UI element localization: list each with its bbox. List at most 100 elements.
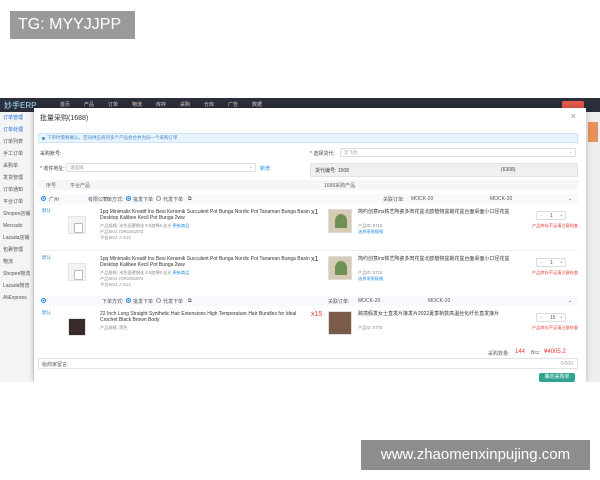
header-index: 序号 <box>46 183 57 189</box>
remark-field[interactable]: 给商家留言: 0/500 <box>38 358 578 369</box>
select-spec-link[interactable]: 选择采购规格 <box>358 276 383 282</box>
purchase-summary: 采购数量: 144 Bcc: ¥4005.2 <box>38 348 578 358</box>
sidebar-item[interactable]: Mercado <box>0 220 33 232</box>
group-checkbox[interactable] <box>41 196 46 201</box>
sidebar-item[interactable]: Lazada店铺 <box>0 232 33 244</box>
watermark-bottom: www.zhaomenxinpujing.com <box>361 440 590 470</box>
account-label: 采购账号: <box>40 151 62 157</box>
sidebar-item[interactable]: 发货管理 <box>0 172 33 184</box>
sidebar-item[interactable]: 手工订单 <box>0 148 33 160</box>
stock-warning: 产品库存不足请注意检查 <box>532 270 579 275</box>
source-product-name: 跨境假发女士直发片接发片2022夏季新款高温丝化纤长直发接片 <box>358 311 500 317</box>
order-no-label: 关联订单: <box>383 197 405 203</box>
purchase-item-row: 默认 1pq Minimalis Kreatif Ins Besi Kerami… <box>38 206 578 250</box>
address-label: * 收件地址: <box>40 166 65 172</box>
submit-purchase-button[interactable]: 确定采购单 <box>539 373 575 382</box>
sidebar-item[interactable]: 订单列表 <box>0 136 33 148</box>
method-select[interactable]: 云飞达 ⌄ <box>340 148 576 157</box>
order-mode-label: 下单方式: <box>102 197 124 203</box>
order-no-a: MOCK-20 <box>358 298 381 304</box>
chevron-down-icon: ⌄ <box>568 149 573 155</box>
radio-batch-order[interactable] <box>126 298 131 303</box>
copy-icon[interactable]: ⧉ <box>188 298 192 304</box>
right-accent-bar <box>588 122 598 142</box>
sidebar-item[interactable]: Lazada物流 <box>0 280 33 292</box>
notice-text: 下单时需要确认，若同供应商的多个产品会合并为同一个采购订单 <box>47 135 178 140</box>
item-tag: 默认 <box>42 255 51 260</box>
sidebar-item[interactable]: 订单处理 <box>0 124 33 136</box>
item-quantity: x1 <box>311 209 319 216</box>
sidebar-item[interactable]: 订单通知 <box>0 184 33 196</box>
remark-counter: 0/500 <box>560 361 573 367</box>
nav-item[interactable]: 仓库 <box>204 101 218 108</box>
plus-icon[interactable]: + <box>560 213 563 219</box>
source-product-name: 简约创意ins铁艺陶瓷多肉花盆北欧植物盆栽花盆台面桌面小口径花盆 <box>358 256 510 262</box>
count-value: 144 <box>515 349 526 355</box>
select-spec-link[interactable]: 选择采购规格 <box>358 229 383 235</box>
plus-icon[interactable]: + <box>560 315 563 321</box>
batch-order-label: 批发下单 <box>133 299 154 305</box>
item-tag: 默认 <box>42 208 51 213</box>
dropship-order-label: 代发下单 <box>163 299 184 305</box>
quantity-stepper[interactable]: − 1 + <box>536 211 566 220</box>
purchase-item-row: 默认 1pq Minimalis Kreatif Ins Besi Kerami… <box>38 253 578 297</box>
close-icon[interactable]: × <box>571 111 576 121</box>
nav-item[interactable]: 产品 <box>84 101 98 108</box>
sidebar-item[interactable]: 平台订单 <box>0 196 33 208</box>
update-link[interactable]: 更新商品 <box>173 223 190 228</box>
source-thumbnail <box>328 256 352 280</box>
platform-sku: 平台SKU: A-X12 <box>100 282 131 287</box>
radio-batch-order[interactable] <box>126 196 131 201</box>
copy-icon[interactable]: ⧉ <box>188 196 192 202</box>
radio-dropship-order[interactable] <box>156 298 161 303</box>
info-icon <box>42 137 45 140</box>
nav-item[interactable]: 库存 <box>156 101 170 108</box>
supplier-name: 广州 <box>49 197 60 203</box>
modal-title: 批量采购(1688) <box>40 115 89 122</box>
sidebar-item[interactable]: 订单管理 <box>0 112 33 124</box>
sidebar: 订单管理 订单处理 订单列表 手工订单 采购单 发货管理 订单通知 平台订单 S… <box>0 112 34 382</box>
sidebar-item[interactable]: 物流 <box>0 256 33 268</box>
count-label: 采购数量: <box>488 351 510 357</box>
group-checkbox[interactable] <box>41 298 46 303</box>
nav-item[interactable]: 订单 <box>108 101 122 108</box>
chevron-down-icon[interactable]: ⌄ <box>568 298 572 304</box>
address-select[interactable]: 请选择 ⌄ <box>66 163 256 172</box>
divider <box>38 250 578 251</box>
sidebar-item[interactable]: 包裹管理 <box>0 244 33 256</box>
notice-banner: 下单时需要确认，若同供应商的多个产品会合并为同一个采购订单 <box>38 133 578 143</box>
source-product-id: 产品ID: 6775 <box>358 325 383 330</box>
quantity-stepper[interactable]: − 1 + <box>536 258 566 267</box>
sidebar-item[interactable]: AliExpress <box>0 292 33 304</box>
dropship-order-label: 代发下单 <box>163 197 184 203</box>
order-no-b: MOCK-20 <box>490 196 513 202</box>
platform-sku: 平台SKU: A-X12 <box>100 235 131 240</box>
source-product-name: 简约创意ins铁艺陶瓷多肉花盆北欧植物盆栽花盆台面桌面小口径花盆 <box>358 209 510 215</box>
minus-icon[interactable]: − <box>540 315 543 321</box>
nav-item[interactable]: 首页 <box>60 101 74 108</box>
nav-item[interactable]: 广告 <box>228 101 242 108</box>
total-label: Bcc: <box>531 350 541 356</box>
minus-icon[interactable]: − <box>540 260 543 266</box>
stepper-value: 15 <box>550 315 556 321</box>
radio-dropship-order[interactable] <box>156 196 161 201</box>
right-panel <box>586 112 600 382</box>
bulk-purchase-modal: 批量采购(1688) × 下单时需要确认，若同供应商的多个产品会合并为同一个采购… <box>34 108 586 382</box>
quantity-stepper[interactable]: − 15 + <box>536 313 566 322</box>
header-product: 平台产品 <box>70 183 91 189</box>
sidebar-item[interactable]: Shopee店铺 <box>0 208 33 220</box>
sidebar-item[interactable]: 采购单 <box>0 160 33 172</box>
item-quantity: x15 <box>311 311 323 318</box>
nav-item[interactable]: 采购 <box>180 101 194 108</box>
chevron-down-icon[interactable]: ⌄ <box>568 196 572 202</box>
add-address-link[interactable]: 新增 <box>260 165 270 172</box>
watermark-top: TG: MYYJJPP <box>10 11 135 39</box>
nav-item[interactable]: 物流 <box>132 101 146 108</box>
sidebar-item[interactable]: Shopee物流 <box>0 268 33 280</box>
update-link[interactable]: 更新商品 <box>173 270 190 275</box>
nav-item[interactable]: 数据 <box>252 101 266 108</box>
source-thumbnail <box>328 209 352 233</box>
plus-icon[interactable]: + <box>560 260 563 266</box>
stepper-value: 1 <box>550 213 553 219</box>
minus-icon[interactable]: − <box>540 213 543 219</box>
